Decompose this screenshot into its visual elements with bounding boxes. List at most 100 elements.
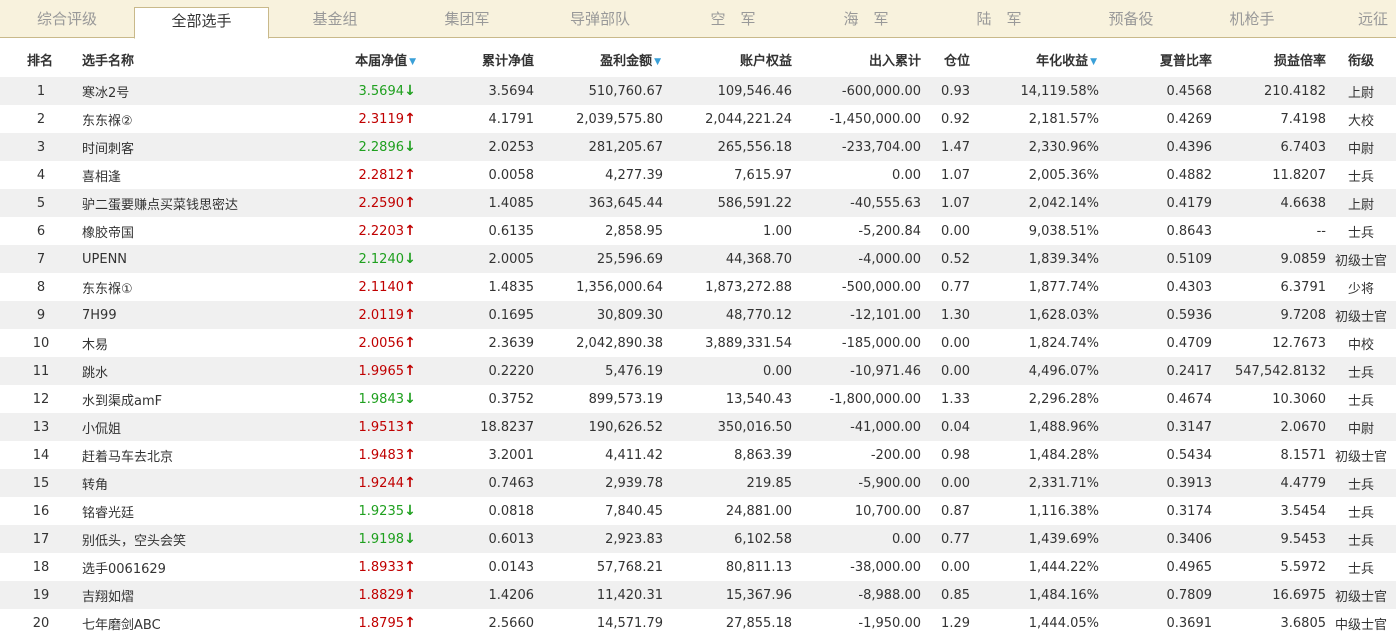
sharpe-cell: 0.5434	[1166, 447, 1213, 463]
player-name-link[interactable]: 喜相逢	[82, 170, 121, 185]
player-name-link[interactable]: 寒冰2号	[82, 86, 129, 101]
table-row[interactable]: 10 木易 2.0056↑ 2.3639 2,042,890.38 3,889,331.5…	[0, 329, 1396, 357]
player-name-link[interactable]: 七年磨剑ABC	[82, 618, 161, 633]
pl-ratio-cell: 5.5972	[1280, 559, 1327, 575]
cumulative-nav-cell: 3.2001	[488, 447, 535, 463]
table-row[interactable]: 1 寒冰2号 3.5694↓ 3.5694 510,760.67 109,546.46 -6…	[0, 77, 1396, 105]
equity-cell: 8,863.39	[734, 447, 792, 463]
player-name-link[interactable]: 木易	[82, 338, 108, 353]
cumulative-nav-cell: 0.0818	[488, 503, 535, 519]
table-row[interactable]: 4 喜相逢 2.2812↑ 0.0058 4,277.39 7,615.97 0.00 1.0…	[0, 161, 1396, 189]
table-row[interactable]: 7 UPENN 2.1240↓ 2.0005 25,596.69 44,368.70 -4,…	[0, 245, 1396, 273]
cumulative-nav-cell: 0.0058	[488, 167, 535, 183]
equity-cell: 6,102.58	[734, 531, 792, 547]
equity-cell: 1,873,272.88	[705, 279, 792, 295]
player-name-cell: 东东褓①	[82, 273, 262, 301]
annual-return-cell: 14,119.58%	[1020, 83, 1099, 99]
arrow-up-icon: ↑	[404, 419, 416, 435]
player-name-cell: 橡胶帝国	[82, 217, 262, 245]
player-name-link[interactable]: 赶着马车去北京	[82, 450, 173, 465]
arrow-down-icon: ↓	[404, 503, 416, 519]
player-name-link[interactable]: 小侃姐	[82, 422, 121, 437]
position-cell: 1.47	[941, 139, 970, 155]
nav-cell: 2.1140↑	[262, 273, 418, 301]
tab-all-players[interactable]: 全部选手	[134, 7, 269, 39]
tab-expedition[interactable]: 远征	[1358, 0, 1396, 38]
nav-cell: 1.9235↓	[262, 497, 418, 525]
arrow-up-icon: ↑	[404, 363, 416, 379]
flow-cell: -40,555.63	[850, 195, 921, 211]
nav-cell: 2.2590↑	[262, 189, 418, 217]
player-name-cell: 选手0061629	[82, 553, 262, 581]
table-row[interactable]: 6 橡胶帝国 2.2203↑ 0.6135 2,858.95 1.00 -5,200.84 0…	[0, 217, 1396, 245]
header-title: 衔级	[1347, 53, 1374, 69]
player-name-link[interactable]: 跳水	[82, 366, 108, 381]
flow-cell: -5,200.84	[858, 223, 921, 239]
player-name-link[interactable]: 时间刺客	[82, 142, 134, 157]
player-name-link[interactable]: 水到渠成amF	[82, 394, 162, 409]
table-row[interactable]: 5 驴二蛋要赚点买菜钱思密达 2.2590↑ 1.4085 363,645.44 586,…	[0, 189, 1396, 217]
table-row[interactable]: 9 7H99 2.0119↑ 0.1695 30,809.30 48,770.12 -12,…	[0, 301, 1396, 329]
table-row[interactable]: 17 别低头，空头会笑 1.9198↓ 0.6013 2,923.83 6,102.58 0…	[0, 525, 1396, 553]
annual-return-cell: 1,824.74%	[1028, 335, 1099, 351]
position-cell: 0.00	[941, 335, 970, 351]
player-name-link[interactable]: 选手0061629	[82, 562, 166, 577]
tab-machine-gunner[interactable]: 机枪手	[1197, 0, 1307, 38]
table-row[interactable]: 11 跳水 1.9965↑ 0.2220 5,476.19 0.00 -10,971.46 0…	[0, 357, 1396, 385]
rank-cell: 12	[32, 391, 50, 407]
player-name-link[interactable]: 铭睿光廷	[82, 506, 134, 521]
tab-navy[interactable]: 海 军	[799, 0, 933, 38]
table-row[interactable]: 12 水到渠成amF 1.9843↓ 0.3752 899,573.19 13,540.4…	[0, 385, 1396, 413]
tab-air-force[interactable]: 空 军	[667, 0, 799, 38]
tab-fund-group[interactable]: 基金组	[269, 0, 401, 38]
sharpe-cell: 0.4303	[1166, 279, 1213, 295]
cumulative-nav-cell: 4.1791	[488, 111, 535, 127]
table-row[interactable]: 13 小侃姐 1.9513↑ 18.8237 190,626.52 350,016.50 -…	[0, 413, 1396, 441]
title-cell: 少将	[1347, 281, 1374, 297]
player-name-link[interactable]: 驴二蛋要赚点买菜钱思密达	[82, 198, 238, 213]
player-name-link[interactable]: 吉翔如熠	[82, 590, 134, 605]
table-row[interactable]: 16 铭睿光廷 1.9235↓ 0.0818 7,840.45 24,881.00 10,7…	[0, 497, 1396, 525]
profit-cell: 57,768.21	[596, 559, 663, 575]
profit-cell: 7,840.45	[605, 503, 663, 519]
player-name-link[interactable]: UPENN	[82, 252, 127, 267]
tab-missile-force[interactable]: 导弹部队	[533, 0, 667, 38]
player-name-link[interactable]: 东东褓①	[82, 282, 133, 297]
title-cell: 士兵	[1347, 533, 1374, 549]
flow-cell: -200.00	[870, 447, 921, 463]
tab-army[interactable]: 陆 军	[933, 0, 1065, 38]
pl-ratio-cell: 9.0859	[1280, 251, 1327, 267]
nav-value: 1.9198	[358, 532, 405, 547]
player-name-link[interactable]: 转角	[82, 478, 108, 493]
sharpe-cell: 0.4674	[1166, 391, 1213, 407]
arrow-up-icon: ↑	[404, 335, 416, 351]
header-rank: 排名	[26, 53, 53, 69]
sharpe-cell: 0.3147	[1166, 419, 1213, 435]
title-cell: 士兵	[1347, 365, 1374, 381]
tab-reserve[interactable]: 预备役	[1065, 0, 1197, 38]
tab-group-army[interactable]: 集团军	[401, 0, 533, 38]
table-row[interactable]: 15 转角 1.9244↑ 0.7463 2,939.78 219.85 -5,900.00…	[0, 469, 1396, 497]
player-name-link[interactable]: 橡胶帝国	[82, 226, 134, 241]
equity-cell: 80,811.13	[725, 559, 792, 575]
table-row[interactable]: 2 东东褓② 2.3119↑ 4.1791 2,039,575.80 2,044,221.…	[0, 105, 1396, 133]
rank-cell: 15	[32, 475, 50, 491]
header-annual-return[interactable]: 年化收益 ▼	[970, 41, 1099, 77]
position-cell: 1.30	[941, 307, 970, 323]
flow-cell: 0.00	[892, 531, 921, 547]
nav-value: 2.1240	[358, 252, 405, 267]
nav-value: 1.9965	[358, 364, 405, 379]
table-row[interactable]: 14 赶着马车去北京 1.9483↑ 3.2001 4,411.42 8,863.39 -2…	[0, 441, 1396, 469]
table-row[interactable]: 20 七年磨剑ABC 1.8795↑ 2.5660 14,571.79 27,855.18…	[0, 609, 1396, 637]
player-name-link[interactable]: 7H99	[82, 308, 117, 323]
annual-return-cell: 4,496.07%	[1028, 363, 1099, 379]
player-name-link[interactable]: 东东褓②	[82, 114, 133, 129]
header-nav[interactable]: 本届净值 ▼	[262, 41, 418, 77]
table-row[interactable]: 18 选手0061629 1.8933↑ 0.0143 57,768.21 80,811.…	[0, 553, 1396, 581]
header-profit[interactable]: 盈利金额 ▼	[534, 41, 663, 77]
tab-comprehensive-rating[interactable]: 综合评级	[0, 0, 134, 38]
table-row[interactable]: 19 吉翔如熠 1.8829↑ 1.4206 11,420.31 15,367.96 -8,…	[0, 581, 1396, 609]
player-name-link[interactable]: 别低头，空头会笑	[82, 534, 186, 549]
table-row[interactable]: 8 东东褓① 2.1140↑ 1.4835 1,356,000.64 1,873,272.…	[0, 273, 1396, 301]
table-row[interactable]: 3 时间刺客 2.2896↓ 2.0253 281,205.67 265,556.18 -2…	[0, 133, 1396, 161]
